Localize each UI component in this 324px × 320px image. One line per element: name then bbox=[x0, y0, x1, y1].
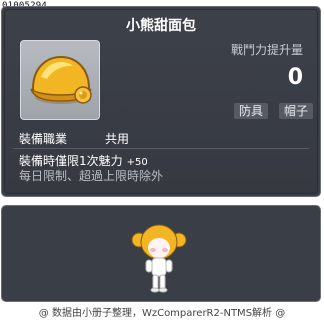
category-tag-hat: 帽子 bbox=[279, 103, 313, 119]
stat-boost-value: 0 bbox=[287, 65, 303, 90]
item-tooltip-card: 小熊甜面包 戰鬥力提升量 0 防具 帽子 裝備職業 共用 裝備時僅限1次魅力 +… bbox=[1, 6, 321, 197]
item-icon-frame bbox=[20, 40, 100, 120]
item-tooltip-inner: 小熊甜面包 戰鬥力提升量 0 防具 帽子 裝備職業 共用 裝備時僅限1次魅力 +… bbox=[4, 9, 318, 194]
effect-note: 每日限制、超過上限時除外 bbox=[19, 169, 164, 183]
bear-bun-hat-icon bbox=[30, 55, 92, 104]
category-tag-armor: 防具 bbox=[234, 103, 268, 119]
effect-text: 裝備時僅限1次魅力 bbox=[19, 154, 123, 168]
stat-boost-label: 戰鬥力提升量 bbox=[230, 43, 303, 57]
item-title: 小熊甜面包 bbox=[126, 18, 196, 34]
section-divider bbox=[13, 148, 309, 149]
job-value: 共用 bbox=[105, 132, 130, 146]
footer-credit: @ 数据由小册子整理，WzComparerR2-NTMS解析 @ bbox=[38, 308, 286, 319]
character-preview-panel bbox=[1, 205, 321, 302]
job-label: 裝備職業 bbox=[19, 132, 68, 146]
character-wearing-bear-bun-hat bbox=[131, 224, 187, 293]
